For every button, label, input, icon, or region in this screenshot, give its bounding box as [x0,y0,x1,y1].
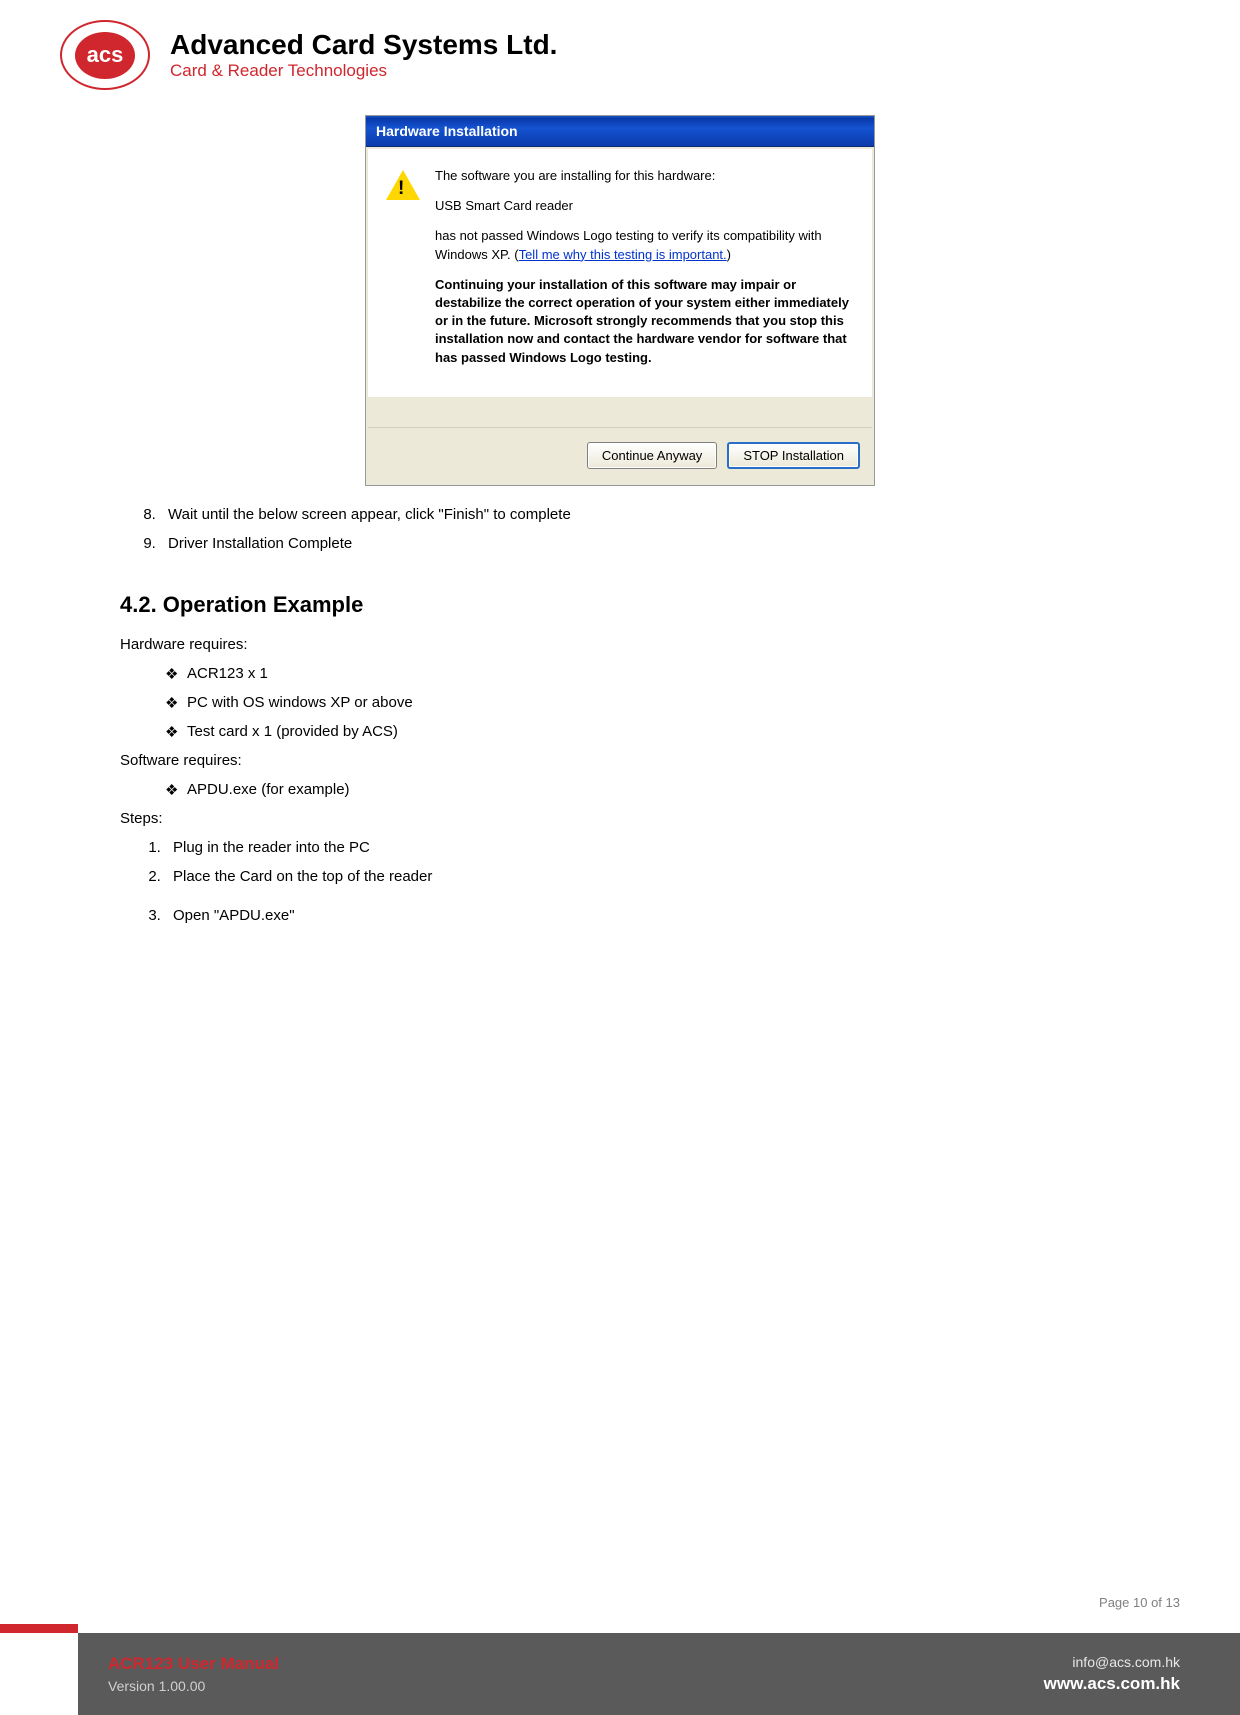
footer-bar: ACR123 User Manual Version 1.00.00 info@… [78,1633,1240,1715]
dialog-warning: Continuing your installation of this sof… [435,276,854,367]
continue-anyway-button[interactable]: Continue Anyway [587,442,717,469]
dialog-device: USB Smart Card reader [435,197,854,215]
list-item: APDU.exe (for example) [165,781,1120,798]
page-number: Page 10 of 13 [1099,1595,1180,1610]
dialog-compat-text: has not passed Windows Logo testing to v… [435,227,854,263]
step-8: Wait until the below screen appear, clic… [160,506,1120,523]
list-item: PC with OS windows XP or above [165,694,1120,711]
op-step-3: Open "APDU.exe" [165,907,1120,924]
install-steps-continued: Wait until the below screen appear, clic… [160,506,1120,552]
website-url: www.acs.com.hk [1044,1674,1180,1694]
operation-steps: Plug in the reader into the PC Place the… [165,839,1120,924]
list-item: Test card x 1 (provided by ACS) [165,723,1120,740]
steps-label: Steps: [120,810,1120,827]
footer-accent-stripe [0,1624,78,1633]
company-name: Advanced Card Systems Ltd. [170,29,557,61]
hardware-list: ACR123 x 1 PC with OS windows XP or abov… [165,665,1120,740]
manual-title: ACR123 User Manual [108,1654,279,1674]
op-step-2: Place the Card on the top of the reader [165,868,1120,885]
dialog-title: Hardware Installation [366,116,874,147]
op-step-1: Plug in the reader into the PC [165,839,1120,856]
hardware-installation-dialog: Hardware Installation The software you a… [365,115,875,486]
software-requires-label: Software requires: [120,752,1120,769]
testing-important-link[interactable]: Tell me why this testing is important. [519,247,727,262]
logo-icon: acs [60,20,150,90]
stop-installation-button[interactable]: STOP Installation [727,442,860,469]
list-item: ACR123 x 1 [165,665,1120,682]
section-heading: 4.2. Operation Example [120,592,1120,618]
step-9: Driver Installation Complete [160,535,1120,552]
software-list: APDU.exe (for example) [165,781,1120,798]
dialog-line1: The software you are installing for this… [435,167,854,185]
warning-icon [386,170,420,204]
company-tagline: Card & Reader Technologies [170,61,557,81]
version-text: Version 1.00.00 [108,1678,279,1694]
contact-email: info@acs.com.hk [1044,1654,1180,1670]
hardware-requires-label: Hardware requires: [120,636,1120,653]
logo-text: acs [75,32,135,79]
document-header: acs Advanced Card Systems Ltd. Card & Re… [60,20,1180,90]
